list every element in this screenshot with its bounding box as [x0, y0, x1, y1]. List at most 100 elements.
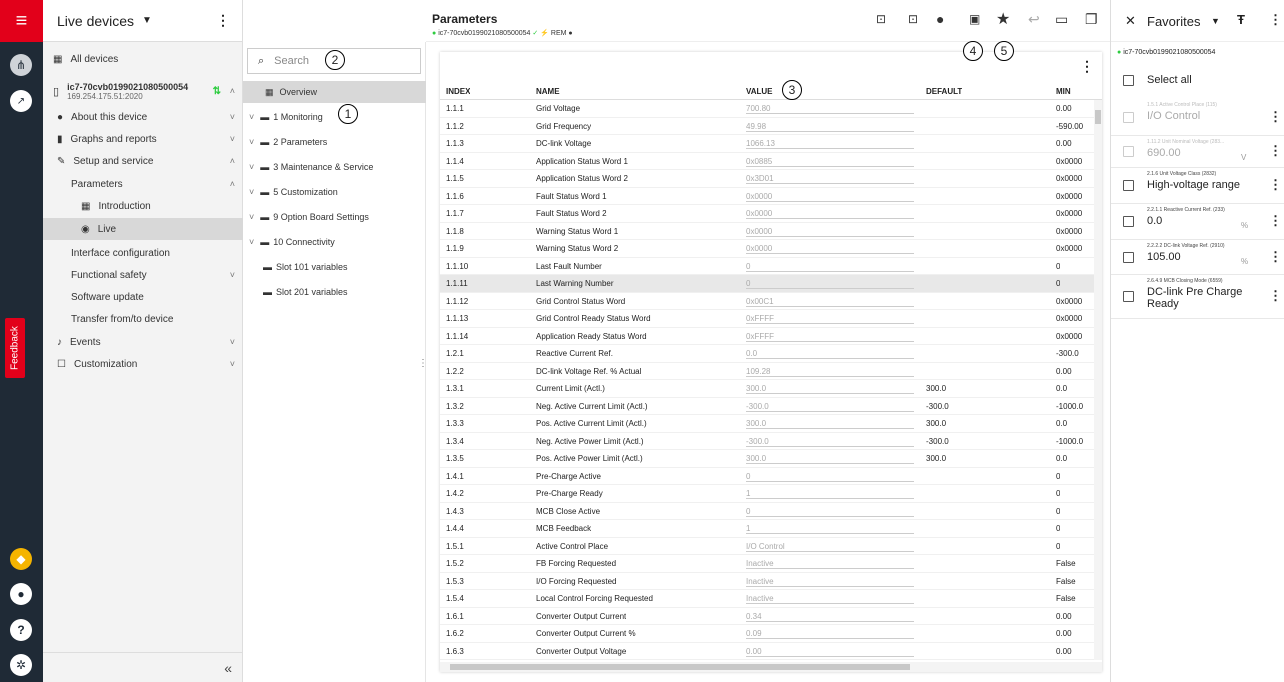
- tree-item-monitoring[interactable]: ˅ ▬ 1 Monitoring: [243, 106, 426, 128]
- table-row[interactable]: 1.6.2 Converter Output Current % 0.09 0.00: [440, 625, 1102, 643]
- horizontal-scrollbar[interactable]: [440, 662, 1102, 672]
- tree-item-parameters[interactable]: ˅ ▬ 2 Parameters: [243, 131, 426, 153]
- diamond-icon[interactable]: ◆: [10, 548, 32, 570]
- table-row[interactable]: 1.3.2 Neg. Active Current Limit (Actl.) -3…: [440, 398, 1102, 415]
- col-name[interactable]: NAME: [536, 87, 560, 96]
- table-row[interactable]: 1.3.5 Pos. Active Power Limit (Actl.) 300.…: [440, 450, 1102, 468]
- tree-item-overview[interactable]: ▦ Overview: [243, 81, 426, 103]
- nav-item-parameters[interactable]: Parameters ˄: [43, 175, 243, 193]
- row-value[interactable]: 300.0: [746, 384, 914, 394]
- favorite-item[interactable]: 1.11.2 Unit Nominal Voltage (283... 690.0…: [1111, 136, 1284, 168]
- table-row[interactable]: 1.1.2 Grid Frequency 49.98 -590.00: [440, 118, 1102, 135]
- table-row[interactable]: 1.1.11 Last Warning Number 0 0: [440, 275, 1102, 293]
- tree-item-customization[interactable]: ˅ ▬ 5 Customization: [243, 181, 426, 203]
- table-row[interactable]: 1.3.1 Current Limit (Actl.) 300.0 300.0 0.0: [440, 380, 1102, 398]
- trend-icon[interactable]: ↗: [10, 90, 32, 112]
- table-row[interactable]: 1.1.14 Application Ready Status Word 0xFFF…: [440, 328, 1102, 345]
- favorite-checkbox[interactable]: [1123, 146, 1134, 157]
- kebab-icon[interactable]: ⋮: [1269, 288, 1282, 304]
- select-all-checkbox[interactable]: [1123, 75, 1134, 86]
- nav-item-safety[interactable]: Functional safety ˅: [43, 266, 243, 284]
- table-row[interactable]: 1.2.1 Reactive Current Ref. 0.0 -300.0: [440, 345, 1102, 363]
- row-value[interactable]: 0.34: [746, 612, 914, 622]
- table-row[interactable]: 1.4.4 MCB Feedback 1 0: [440, 520, 1102, 538]
- row-value[interactable]: 0.0: [746, 349, 914, 359]
- kebab-icon[interactable]: ⋮: [1269, 109, 1282, 125]
- favorite-value[interactable]: I/O Control: [1147, 110, 1252, 122]
- row-value[interactable]: 0: [746, 262, 914, 272]
- row-value[interactable]: 0.09: [746, 629, 914, 639]
- favorite-item[interactable]: 2.2.1.1 Reactive Current Ref. (233) 0.0% ⋮: [1111, 204, 1284, 240]
- table-row[interactable]: 1.1.4 Application Status Word 1 0x0885 0x00…: [440, 153, 1102, 170]
- feedback-tab[interactable]: Feedback: [5, 318, 25, 378]
- favorite-value[interactable]: 690.00: [1147, 147, 1252, 159]
- favorite-item[interactable]: 2.6.4.9 MCB Closing Mode (6559) DC-link P…: [1111, 275, 1284, 319]
- row-value[interactable]: 49.98: [746, 122, 914, 132]
- row-value[interactable]: 0x00C1: [746, 297, 914, 307]
- copy-icon[interactable]: ❐: [1085, 11, 1098, 28]
- row-value[interactable]: 0: [746, 507, 914, 517]
- row-value[interactable]: 1066.13: [746, 139, 914, 149]
- row-value[interactable]: Inactive: [746, 594, 914, 604]
- row-value[interactable]: 0x0000: [746, 244, 914, 254]
- table-row[interactable]: 1.2.2 DC-link Voltage Ref. % Actual 109.28…: [440, 363, 1102, 380]
- table-row[interactable]: 1.5.3 I/O Forcing Requested Inactive False: [440, 573, 1102, 590]
- row-value[interactable]: -300.0: [746, 402, 914, 412]
- table-row[interactable]: 1.4.2 Pre-Charge Ready 1 0: [440, 485, 1102, 503]
- favorite-checkbox[interactable]: [1123, 251, 1134, 263]
- table-row[interactable]: 1.6.3 Converter Output Voltage 0.00 0.00: [440, 643, 1102, 660]
- table-row[interactable]: 1.1.9 Warning Status Word 2 0x0000 0x0000: [440, 240, 1102, 258]
- user-icon[interactable]: ●: [10, 583, 32, 605]
- kebab-icon[interactable]: ⋮: [216, 12, 230, 29]
- kebab-icon[interactable]: ⋮: [1269, 12, 1282, 28]
- undo-icon[interactable]: ↩: [1028, 11, 1040, 28]
- table-row[interactable]: 1.1.10 Last Fault Number 0 0: [440, 258, 1102, 275]
- all-devices-item[interactable]: ▦ All devices: [43, 50, 243, 68]
- row-value[interactable]: 1: [746, 524, 914, 534]
- col-min[interactable]: MIN: [1056, 87, 1071, 96]
- tree-item-option-board[interactable]: ˅ ▬ 9 Option Board Settings: [243, 206, 426, 228]
- table-row[interactable]: 1.1.12 Grid Control Status Word 0x00C1 0x00…: [440, 293, 1102, 310]
- tree-item-maintenance[interactable]: ˅ ▬ 3 Maintenance & Service: [243, 156, 426, 178]
- table-row[interactable]: 1.1.8 Warning Status Word 1 0x0000 0x0000: [440, 223, 1102, 240]
- tree-item-connectivity[interactable]: ˅ ▬ 10 Connectivity: [243, 231, 426, 253]
- favorite-checkbox[interactable]: [1123, 291, 1134, 302]
- row-value[interactable]: 0.00: [746, 647, 914, 657]
- chevron-down-icon[interactable]: ▼: [1211, 16, 1220, 26]
- favorite-value[interactable]: High-voltage range: [1147, 179, 1252, 191]
- collapse-icon[interactable]: «: [224, 660, 232, 676]
- col-default[interactable]: DEFAULT: [926, 87, 962, 96]
- nav-item-setup[interactable]: ✎ Setup and service ˄: [43, 152, 243, 170]
- menu-icon[interactable]: ≡: [0, 0, 43, 42]
- favorite-value[interactable]: 105.00: [1147, 251, 1252, 263]
- table-row[interactable]: 1.3.3 Pos. Active Current Limit (Actl.) 30…: [440, 415, 1102, 433]
- row-value[interactable]: 0xFFFF: [746, 314, 914, 324]
- row-value[interactable]: 109.28: [746, 367, 914, 377]
- table-row[interactable]: 1.1.6 Fault Status Word 1 0x0000 0x0000: [440, 188, 1102, 205]
- table-row[interactable]: 1.3.4 Neg. Active Power Limit (Actl.) -300…: [440, 433, 1102, 450]
- kebab-icon[interactable]: ⋮: [1269, 177, 1282, 193]
- close-icon[interactable]: ✕: [1125, 13, 1136, 29]
- upload-icon[interactable]: ⊡: [908, 12, 918, 26]
- table-row[interactable]: 1.1.13 Grid Control Ready Status Word 0xFF…: [440, 310, 1102, 328]
- nav-item-graphs[interactable]: ▮ Graphs and reports ˅: [43, 130, 243, 148]
- row-value[interactable]: 0: [746, 279, 914, 289]
- save-icon[interactable]: ▣: [969, 12, 980, 26]
- favorite-value[interactable]: DC-link Pre Charge Ready: [1147, 286, 1252, 310]
- favorite-item[interactable]: 1.5.1 Active Control Place (115) I/O Cont…: [1111, 99, 1284, 136]
- download-icon[interactable]: ⊡: [876, 12, 886, 26]
- row-value[interactable]: 0x3D01: [746, 174, 914, 184]
- device-item[interactable]: ▯ ic7-70cvb0199021080500054 169.254.175.…: [43, 78, 243, 104]
- tree-item-slot201[interactable]: ▬ Slot 201 variables: [243, 281, 426, 303]
- table-row[interactable]: 1.4.1 Pre-Charge Active 0 0: [440, 468, 1102, 485]
- nav-item-introduction[interactable]: ▦ Introduction: [43, 197, 243, 215]
- nav-item-about[interactable]: ● About this device ˅: [43, 108, 243, 126]
- favorite-checkbox[interactable]: [1123, 216, 1134, 227]
- table-row[interactable]: 1.1.5 Application Status Word 2 0x3D01 0x00…: [440, 170, 1102, 188]
- vertical-scrollbar[interactable]: [1094, 100, 1102, 660]
- nav-item-interface[interactable]: Interface configuration: [43, 244, 243, 262]
- table-row[interactable]: 1.1.7 Fault Status Word 2 0x0000 0x0000: [440, 205, 1102, 223]
- kebab-icon[interactable]: ⋮: [1269, 143, 1282, 159]
- kebab-icon[interactable]: ⋮: [1269, 249, 1282, 265]
- nav-item-software[interactable]: Software update: [43, 288, 243, 306]
